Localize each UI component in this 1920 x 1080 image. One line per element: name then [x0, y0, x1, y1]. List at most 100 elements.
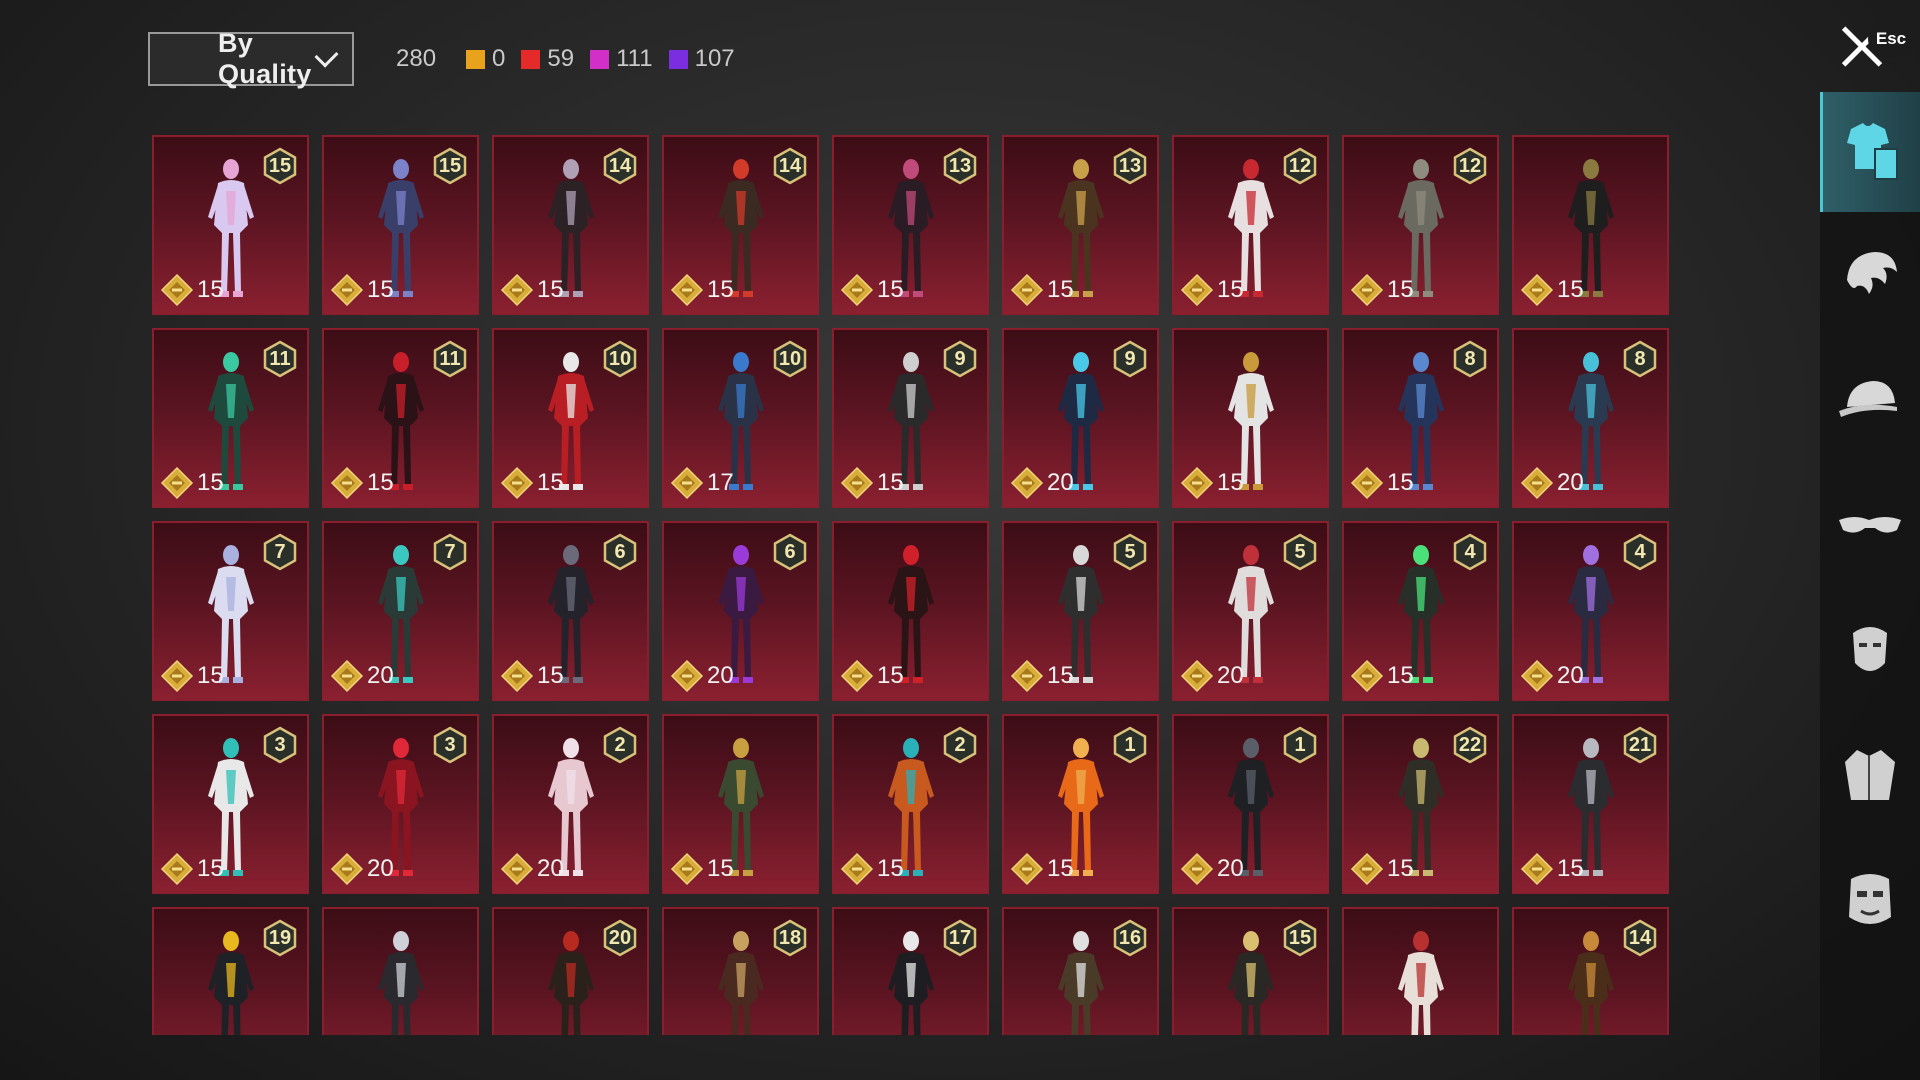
level-number: 13 — [1118, 154, 1142, 177]
outfit-card[interactable]: 15 — [1512, 135, 1669, 315]
outfit-card[interactable]: 4 15 — [1342, 521, 1499, 701]
cost-display: 15 — [1350, 273, 1414, 307]
outfit-card[interactable]: 22 15 — [1342, 714, 1499, 894]
level-number: 15 — [1288, 926, 1312, 949]
outfit-card[interactable]: 14 15 — [492, 135, 649, 315]
outfit-card[interactable]: 19 — [152, 907, 309, 1035]
quality-color-swatch — [466, 49, 486, 69]
quality-stat: 0 — [466, 45, 505, 73]
outfit-card[interactable]: 4 20 — [1512, 521, 1669, 701]
coin-icon — [670, 852, 704, 886]
cost-display: 20 — [670, 659, 734, 693]
outfit-card[interactable]: 15 15 — [322, 135, 479, 315]
outfit-card[interactable]: 6 20 — [662, 521, 819, 701]
level-number: 10 — [608, 347, 632, 370]
category-sidebar — [1820, 92, 1920, 1080]
outfit-preview — [1046, 927, 1116, 1035]
level-badge: 14 — [1621, 919, 1659, 957]
outfit-card[interactable]: 1 20 — [1172, 714, 1329, 894]
outfit-card[interactable]: 9 20 — [1002, 328, 1159, 508]
outfit-card[interactable]: 5 15 — [1002, 521, 1159, 701]
top-bar: By Quality 280 0 59 111 107 — [148, 28, 735, 89]
outfit-card[interactable]: 6 15 — [492, 521, 649, 701]
outfit-card[interactable]: 15 — [662, 714, 819, 894]
cost-display: 15 — [160, 273, 224, 307]
outfit-card[interactable]: 13 15 — [832, 135, 989, 315]
outfit-card[interactable]: 13 15 — [1002, 135, 1159, 315]
level-badge: 5 — [1111, 533, 1149, 571]
quality-color-swatch — [668, 49, 688, 69]
sidebar-tab-hat[interactable] — [1830, 342, 1910, 462]
outfit-card[interactable]: 2 15 — [832, 714, 989, 894]
outfit-preview — [1386, 927, 1456, 1035]
outfit-card[interactable]: 10 15 — [492, 328, 649, 508]
coin-icon — [1180, 852, 1214, 886]
cost-value: 15 — [1047, 662, 1074, 689]
level-number: 3 — [274, 733, 286, 756]
outfit-preview — [536, 927, 606, 1035]
outfit-card[interactable]: 14 15 — [662, 135, 819, 315]
sidebar-tab-outfit[interactable] — [1820, 92, 1920, 212]
level-badge: 13 — [1111, 147, 1149, 185]
coin-icon — [670, 659, 704, 693]
level-number: 9 — [1124, 347, 1136, 370]
coin-icon — [1180, 659, 1214, 693]
outfit-card[interactable] — [1342, 907, 1499, 1035]
sort-dropdown[interactable]: By Quality — [148, 28, 354, 89]
outfit-card[interactable]: 21 15 — [1512, 714, 1669, 894]
sidebar-tab-face[interactable] — [1830, 842, 1910, 962]
outfit-card[interactable]: 1 15 — [1002, 714, 1159, 894]
outfit-card[interactable]: 8 20 — [1512, 328, 1669, 508]
outfit-card[interactable]: 15 15 — [152, 135, 309, 315]
level-badge: 17 — [941, 919, 979, 957]
level-number: 12 — [1288, 154, 1312, 177]
cost-value: 15 — [197, 276, 224, 303]
sidebar-tab-glasses[interactable] — [1830, 467, 1910, 587]
coin-icon — [500, 273, 534, 307]
outfit-card[interactable]: 14 — [1512, 907, 1669, 1035]
level-badge: 6 — [601, 533, 639, 571]
level-badge: 7 — [261, 533, 299, 571]
level-number: 8 — [1464, 347, 1476, 370]
coin-icon — [330, 273, 364, 307]
outfit-card[interactable]: 16 — [1002, 907, 1159, 1035]
level-badge: 15 — [1281, 919, 1319, 957]
outfit-card[interactable]: 5 20 — [1172, 521, 1329, 701]
cost-value: 17 — [707, 469, 734, 496]
outfit-preview — [196, 927, 266, 1035]
outfit-card[interactable]: 2 20 — [492, 714, 649, 894]
outfit-card[interactable]: 15 — [832, 521, 989, 701]
esc-hint: Esc — [1868, 20, 1914, 58]
level-number: 21 — [1628, 733, 1652, 756]
sidebar-tab-mask[interactable] — [1830, 592, 1910, 712]
outfit-card[interactable]: 9 15 — [832, 328, 989, 508]
outfit-card[interactable]: 15 — [1172, 328, 1329, 508]
outfit-card[interactable] — [322, 907, 479, 1035]
outfit-card[interactable]: 3 20 — [322, 714, 479, 894]
cost-value: 15 — [877, 276, 904, 303]
level-badge: 15 — [431, 147, 469, 185]
level-number: 22 — [1458, 733, 1482, 756]
outfit-card[interactable]: 12 15 — [1172, 135, 1329, 315]
outfit-card[interactable]: 12 15 — [1342, 135, 1499, 315]
outfit-card[interactable]: 11 15 — [322, 328, 479, 508]
cost-display: 15 — [500, 659, 564, 693]
outfit-card[interactable]: 20 — [492, 907, 649, 1035]
outfit-card[interactable]: 15 — [1172, 907, 1329, 1035]
sidebar-tab-jacket[interactable] — [1830, 717, 1910, 837]
cost-display: 20 — [1180, 659, 1244, 693]
outfit-card[interactable]: 7 20 — [322, 521, 479, 701]
outfit-card[interactable]: 17 — [832, 907, 989, 1035]
outfit-card[interactable]: 18 — [662, 907, 819, 1035]
cost-display: 17 — [670, 466, 734, 500]
cost-display: 15 — [670, 852, 734, 886]
quality-color-swatch — [590, 49, 610, 69]
sidebar-tab-hair[interactable] — [1830, 217, 1910, 337]
outfit-card[interactable]: 11 15 — [152, 328, 309, 508]
cost-value: 15 — [707, 276, 734, 303]
outfit-card[interactable]: 8 15 — [1342, 328, 1499, 508]
cost-value: 15 — [197, 469, 224, 496]
outfit-card[interactable]: 3 15 — [152, 714, 309, 894]
outfit-card[interactable]: 7 15 — [152, 521, 309, 701]
outfit-card[interactable]: 10 17 — [662, 328, 819, 508]
